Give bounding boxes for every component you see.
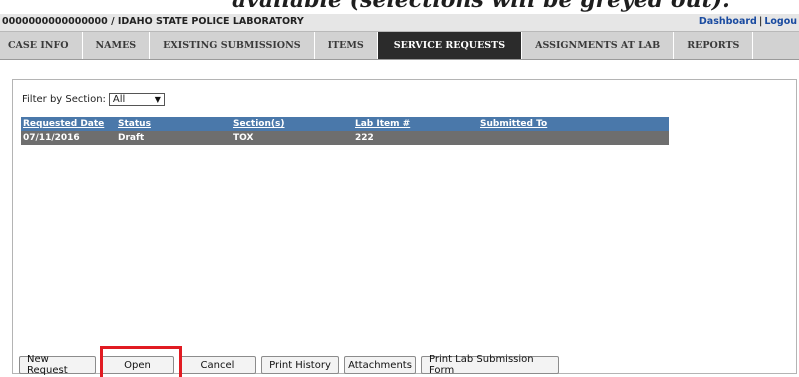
cancel-button[interactable]: Cancel (179, 356, 256, 374)
tab-existing-submissions[interactable]: EXISTING SUBMISSIONS (150, 32, 315, 59)
case-title: 0000000000000000 / IDAHO STATE POLICE LA… (2, 16, 304, 27)
chevron-down-icon: ▼ (154, 95, 161, 104)
tab-names[interactable]: NAMES (83, 32, 151, 59)
section-filter: Filter by Section: All ▼ (22, 93, 165, 106)
print-lab-submission-form-button[interactable]: Print Lab Submission Form (421, 354, 559, 376)
print-history-button[interactable]: Print History (261, 356, 339, 374)
tab-bar-filler (753, 32, 799, 59)
column-header-lab-item[interactable]: Lab Item # (355, 119, 480, 129)
dashboard-link[interactable]: Dashboard (699, 16, 757, 27)
tab-assignments-at-lab[interactable]: ASSIGNMENTS AT LAB (522, 32, 675, 59)
tab-case-info[interactable]: CASE INFO (0, 32, 83, 59)
new-request-button[interactable]: New Request (19, 354, 96, 376)
column-header-sections[interactable]: Section(s) (233, 119, 355, 129)
action-button-bar: New Request Open Cancel Print History At… (19, 354, 559, 376)
tab-service-requests[interactable]: SERVICE REQUESTS (377, 32, 523, 59)
grid-header-row: Requested Date Status Section(s) Lab Ite… (21, 117, 669, 131)
top-links: Dashboard | Logou (699, 16, 797, 27)
column-header-submitted-to[interactable]: Submitted To (480, 119, 669, 129)
section-filter-select[interactable]: All ▼ (108, 93, 165, 106)
cell-requested-date: 07/11/2016 (23, 133, 80, 143)
attachments-button[interactable]: Attachments (344, 356, 416, 374)
tab-bar: CASE INFO NAMES EXISTING SUBMISSIONS ITE… (0, 31, 799, 60)
open-button[interactable]: Open (101, 356, 174, 374)
document-caption: available (selections will be greyed out… (232, 0, 730, 13)
cell-section: TOX (233, 133, 254, 143)
table-row[interactable]: 07/11/2016 Draft TOX 222 (21, 131, 669, 145)
column-header-status[interactable]: Status (118, 119, 233, 129)
tab-reports[interactable]: REPORTS (674, 32, 754, 59)
filter-selected-value: All (112, 94, 126, 105)
document-caption-strip: available (selections will be greyed out… (0, 0, 799, 14)
service-requests-grid: Requested Date Status Section(s) Lab Ite… (21, 117, 669, 145)
service-requests-panel: Filter by Section: All ▼ Requested Date … (12, 79, 797, 374)
cell-lab-item: 222 (355, 133, 374, 143)
title-bar: 0000000000000000 / IDAHO STATE POLICE LA… (0, 14, 799, 31)
cell-status: Draft (118, 133, 145, 143)
column-header-requested-date[interactable]: Requested Date (21, 119, 118, 129)
filter-label: Filter by Section: (22, 94, 106, 105)
tab-items[interactable]: ITEMS (315, 32, 378, 59)
logout-link[interactable]: Logou (764, 16, 797, 27)
